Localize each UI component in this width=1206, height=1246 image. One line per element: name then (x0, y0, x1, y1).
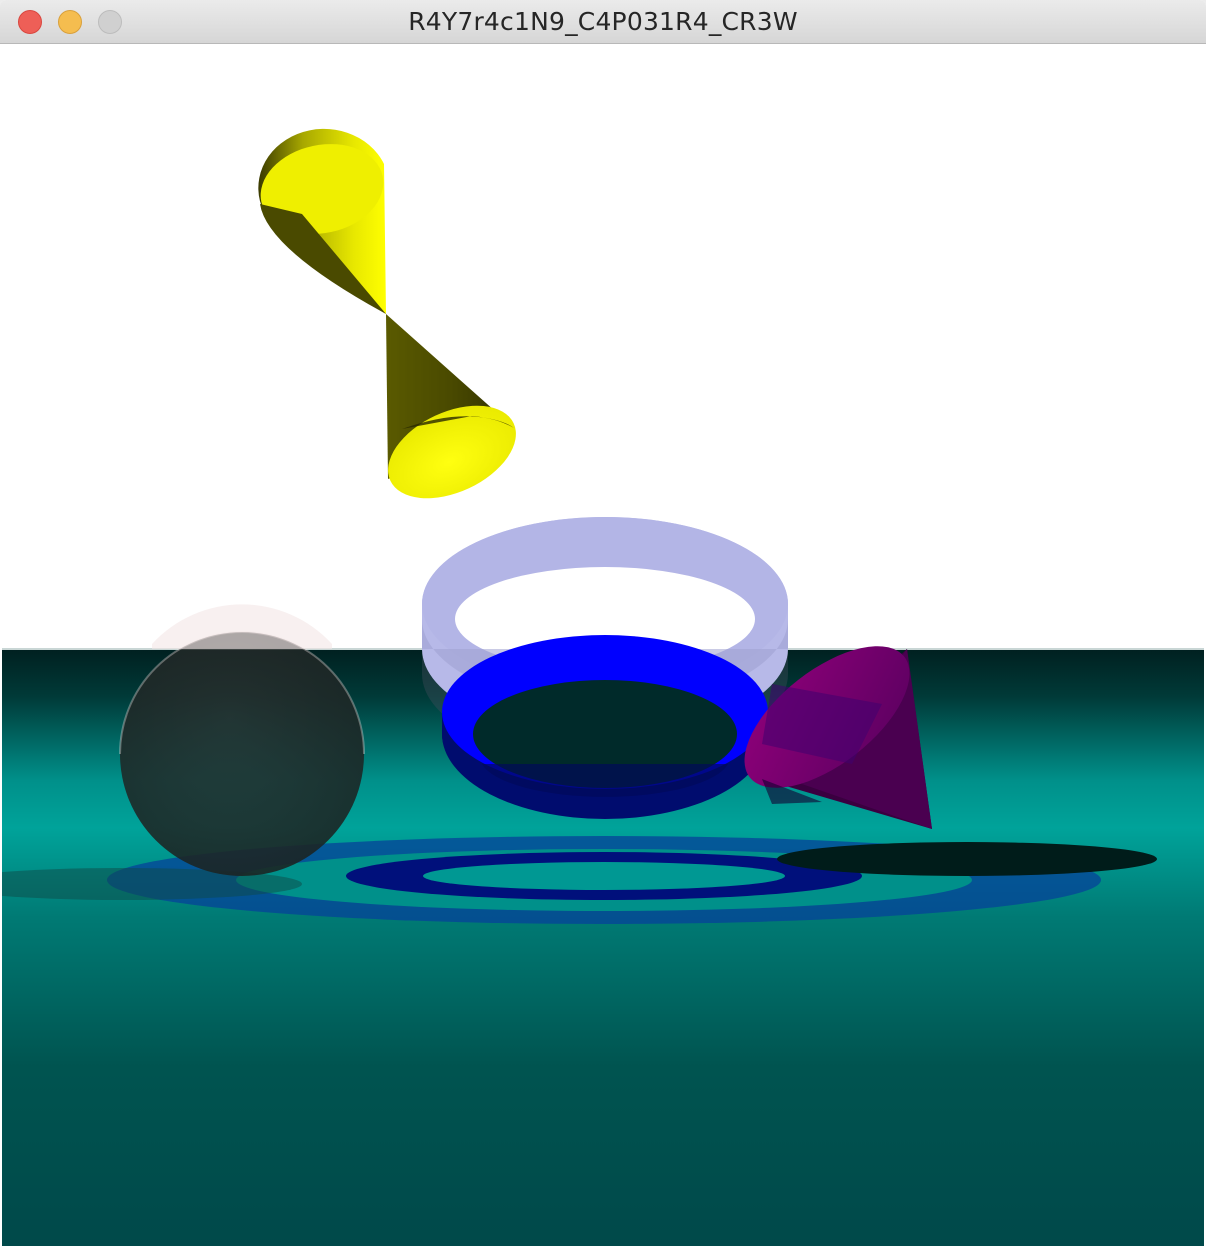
render-canvas (2, 44, 1204, 1246)
app-window: R4Y7r4c1N9_C4P031R4_CR3W (0, 0, 1206, 1246)
sphere (119, 604, 365, 876)
window-title: R4Y7r4c1N9_C4P031R4_CR3W (408, 7, 798, 36)
raytraced-scene (2, 44, 1204, 1246)
title-bar[interactable]: R4Y7r4c1N9_C4P031R4_CR3W (0, 0, 1206, 44)
blue-ring (442, 635, 768, 819)
